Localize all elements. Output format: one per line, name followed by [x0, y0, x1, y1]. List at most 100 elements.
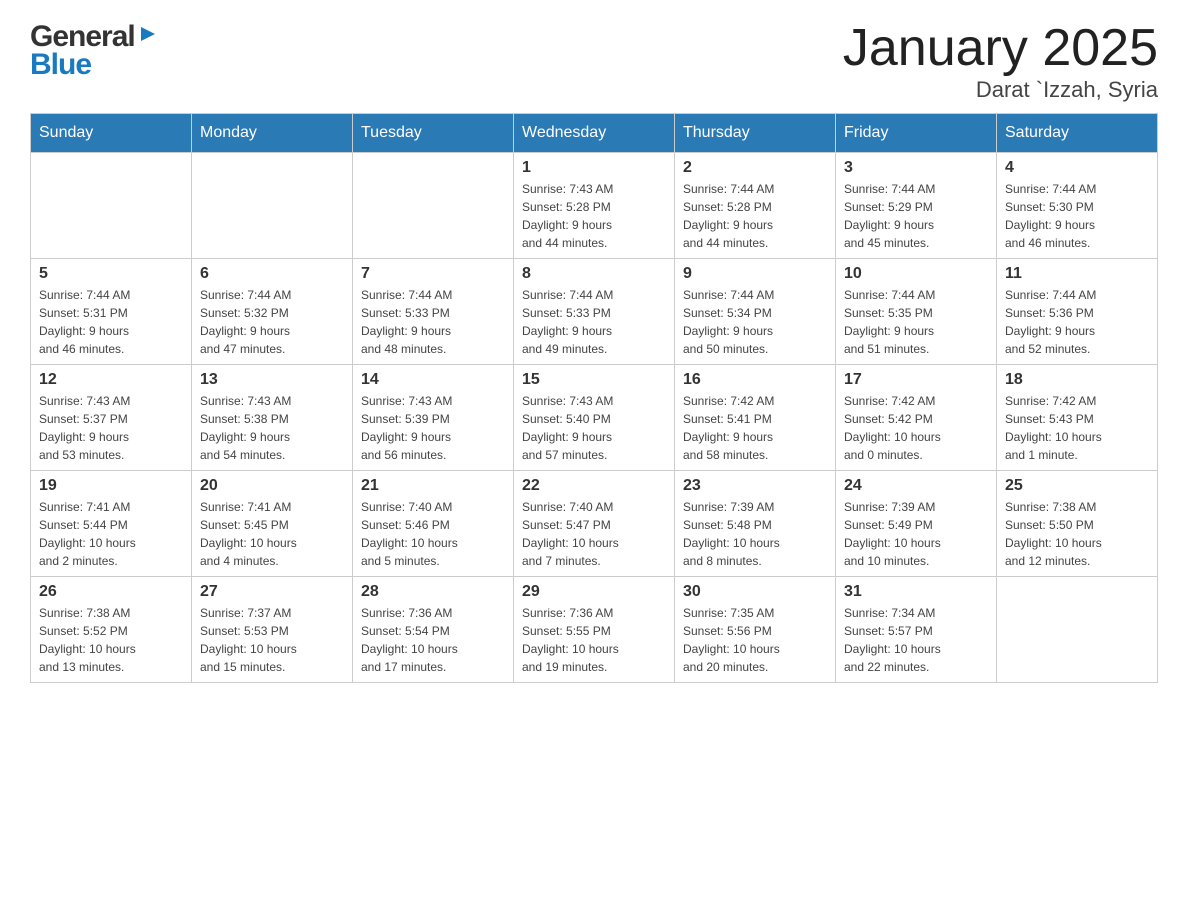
day-info: Sunrise: 7:36 AM Sunset: 5:55 PM Dayligh…: [522, 604, 666, 676]
calendar-day-cell: 5 Sunrise: 7:44 AM Sunset: 5:31 PM Daylig…: [31, 259, 192, 365]
day-info: Sunrise: 7:37 AM Sunset: 5:53 PM Dayligh…: [200, 604, 344, 676]
day-info: Sunrise: 7:38 AM Sunset: 5:50 PM Dayligh…: [1005, 498, 1149, 570]
day-info: Sunrise: 7:44 AM Sunset: 5:31 PM Dayligh…: [39, 286, 183, 358]
calendar-week-row: 26 Sunrise: 7:38 AM Sunset: 5:52 PM Dayli…: [31, 577, 1158, 683]
day-number: 31: [844, 583, 988, 601]
calendar-day-cell: 7Sunrise: 7:44 AM Sunset: 5:33 PM Daylig…: [353, 259, 514, 365]
day-info: Sunrise: 7:43 AM Sunset: 5:37 PM Dayligh…: [39, 392, 183, 464]
calendar-day-cell: 11 Sunrise: 7:44 AM Sunset: 5:36 PM Dayli…: [997, 259, 1158, 365]
day-number: 5: [39, 265, 183, 283]
day-info: Sunrise: 7:40 AM Sunset: 5:46 PM Dayligh…: [361, 498, 505, 570]
day-number: 22: [522, 477, 666, 495]
page-header: General Blue January 2025 Darat `Izzah, …: [30, 20, 1158, 103]
calendar-week-row: 1Sunrise: 7:43 AM Sunset: 5:28 PM Daylig…: [31, 153, 1158, 259]
day-of-week-header: Thursday: [675, 114, 836, 153]
calendar-day-cell: 17 Sunrise: 7:42 AM Sunset: 5:42 PM Dayli…: [836, 365, 997, 471]
day-info: Sunrise: 7:43 AM Sunset: 5:38 PM Dayligh…: [200, 392, 344, 464]
calendar-day-cell: [353, 153, 514, 259]
day-number: 15: [522, 371, 666, 389]
day-info: Sunrise: 7:36 AM Sunset: 5:54 PM Dayligh…: [361, 604, 505, 676]
calendar-day-cell: 12 Sunrise: 7:43 AM Sunset: 5:37 PM Dayli…: [31, 365, 192, 471]
day-of-week-header: Wednesday: [514, 114, 675, 153]
day-info: Sunrise: 7:41 AM Sunset: 5:45 PM Dayligh…: [200, 498, 344, 570]
calendar-day-cell: 19Sunrise: 7:41 AM Sunset: 5:44 PM Dayli…: [31, 471, 192, 577]
day-info: Sunrise: 7:44 AM Sunset: 5:36 PM Dayligh…: [1005, 286, 1149, 358]
day-of-week-header: Friday: [836, 114, 997, 153]
day-number: 3: [844, 159, 988, 177]
day-number: 17: [844, 371, 988, 389]
day-number: 29: [522, 583, 666, 601]
day-info: Sunrise: 7:43 AM Sunset: 5:40 PM Dayligh…: [522, 392, 666, 464]
calendar-day-cell: 10 Sunrise: 7:44 AM Sunset: 5:35 PM Dayli…: [836, 259, 997, 365]
day-number: 6: [200, 265, 344, 283]
day-number: 16: [683, 371, 827, 389]
day-number: 4: [1005, 159, 1149, 177]
day-number: 10: [844, 265, 988, 283]
calendar-day-cell: 8 Sunrise: 7:44 AM Sunset: 5:33 PM Daylig…: [514, 259, 675, 365]
calendar-day-cell: 6 Sunrise: 7:44 AM Sunset: 5:32 PM Daylig…: [192, 259, 353, 365]
calendar-day-cell: 23Sunrise: 7:39 AM Sunset: 5:48 PM Dayli…: [675, 471, 836, 577]
day-number: 11: [1005, 265, 1149, 283]
day-info: Sunrise: 7:41 AM Sunset: 5:44 PM Dayligh…: [39, 498, 183, 570]
day-info: Sunrise: 7:44 AM Sunset: 5:28 PM Dayligh…: [683, 180, 827, 252]
day-number: 7: [361, 265, 505, 283]
logo-blue-text: Blue: [30, 48, 91, 82]
day-number: 21: [361, 477, 505, 495]
calendar-title: January 2025: [843, 20, 1158, 77]
day-number: 30: [683, 583, 827, 601]
day-info: Sunrise: 7:44 AM Sunset: 5:33 PM Dayligh…: [522, 286, 666, 358]
day-info: Sunrise: 7:42 AM Sunset: 5:41 PM Dayligh…: [683, 392, 827, 464]
day-number: 27: [200, 583, 344, 601]
calendar-day-cell: 29 Sunrise: 7:36 AM Sunset: 5:55 PM Dayli…: [514, 577, 675, 683]
day-info: Sunrise: 7:44 AM Sunset: 5:29 PM Dayligh…: [844, 180, 988, 252]
calendar-day-cell: 27 Sunrise: 7:37 AM Sunset: 5:53 PM Dayli…: [192, 577, 353, 683]
day-number: 28: [361, 583, 505, 601]
day-number: 18: [1005, 371, 1149, 389]
day-info: Sunrise: 7:39 AM Sunset: 5:49 PM Dayligh…: [844, 498, 988, 570]
day-info: Sunrise: 7:42 AM Sunset: 5:43 PM Dayligh…: [1005, 392, 1149, 464]
calendar-day-cell: 1Sunrise: 7:43 AM Sunset: 5:28 PM Daylig…: [514, 153, 675, 259]
day-of-week-header: Monday: [192, 114, 353, 153]
day-number: 13: [200, 371, 344, 389]
day-number: 8: [522, 265, 666, 283]
calendar-subtitle: Darat `Izzah, Syria: [843, 77, 1158, 103]
calendar-day-cell: 13 Sunrise: 7:43 AM Sunset: 5:38 PM Dayli…: [192, 365, 353, 471]
day-of-week-header: Tuesday: [353, 114, 514, 153]
calendar-day-cell: 31 Sunrise: 7:34 AM Sunset: 5:57 PM Dayli…: [836, 577, 997, 683]
day-number: 20: [200, 477, 344, 495]
day-number: 26: [39, 583, 183, 601]
day-info: Sunrise: 7:38 AM Sunset: 5:52 PM Dayligh…: [39, 604, 183, 676]
calendar-day-cell: 18 Sunrise: 7:42 AM Sunset: 5:43 PM Dayli…: [997, 365, 1158, 471]
day-info: Sunrise: 7:43 AM Sunset: 5:39 PM Dayligh…: [361, 392, 505, 464]
calendar-table: SundayMondayTuesdayWednesdayThursdayFrid…: [30, 113, 1158, 683]
calendar-day-cell: 30Sunrise: 7:35 AM Sunset: 5:56 PM Dayli…: [675, 577, 836, 683]
calendar-day-cell: [31, 153, 192, 259]
day-info: Sunrise: 7:42 AM Sunset: 5:42 PM Dayligh…: [844, 392, 988, 464]
calendar-day-cell: [997, 577, 1158, 683]
day-info: Sunrise: 7:44 AM Sunset: 5:35 PM Dayligh…: [844, 286, 988, 358]
calendar-day-cell: 22 Sunrise: 7:40 AM Sunset: 5:47 PM Dayli…: [514, 471, 675, 577]
calendar-week-row: 12 Sunrise: 7:43 AM Sunset: 5:37 PM Dayli…: [31, 365, 1158, 471]
day-number: 25: [1005, 477, 1149, 495]
calendar-day-cell: 25 Sunrise: 7:38 AM Sunset: 5:50 PM Dayli…: [997, 471, 1158, 577]
calendar-day-cell: 26 Sunrise: 7:38 AM Sunset: 5:52 PM Dayli…: [31, 577, 192, 683]
calendar-day-cell: 28 Sunrise: 7:36 AM Sunset: 5:54 PM Dayli…: [353, 577, 514, 683]
day-info: Sunrise: 7:39 AM Sunset: 5:48 PM Dayligh…: [683, 498, 827, 570]
logo-arrow-icon: [137, 23, 159, 50]
calendar-day-cell: 3 Sunrise: 7:44 AM Sunset: 5:29 PM Daylig…: [836, 153, 997, 259]
day-info: Sunrise: 7:34 AM Sunset: 5:57 PM Dayligh…: [844, 604, 988, 676]
day-number: 1: [522, 159, 666, 177]
day-number: 12: [39, 371, 183, 389]
day-info: Sunrise: 7:40 AM Sunset: 5:47 PM Dayligh…: [522, 498, 666, 570]
title-block: January 2025 Darat `Izzah, Syria: [843, 20, 1158, 103]
day-info: Sunrise: 7:44 AM Sunset: 5:32 PM Dayligh…: [200, 286, 344, 358]
calendar-day-cell: 24Sunrise: 7:39 AM Sunset: 5:49 PM Dayli…: [836, 471, 997, 577]
calendar-day-cell: 16 Sunrise: 7:42 AM Sunset: 5:41 PM Dayli…: [675, 365, 836, 471]
day-number: 2: [683, 159, 827, 177]
day-of-week-header: Sunday: [31, 114, 192, 153]
logo: General Blue: [30, 20, 159, 82]
calendar-header-row: SundayMondayTuesdayWednesdayThursdayFrid…: [31, 114, 1158, 153]
calendar-day-cell: 15 Sunrise: 7:43 AM Sunset: 5:40 PM Dayli…: [514, 365, 675, 471]
calendar-day-cell: [192, 153, 353, 259]
calendar-week-row: 19Sunrise: 7:41 AM Sunset: 5:44 PM Dayli…: [31, 471, 1158, 577]
